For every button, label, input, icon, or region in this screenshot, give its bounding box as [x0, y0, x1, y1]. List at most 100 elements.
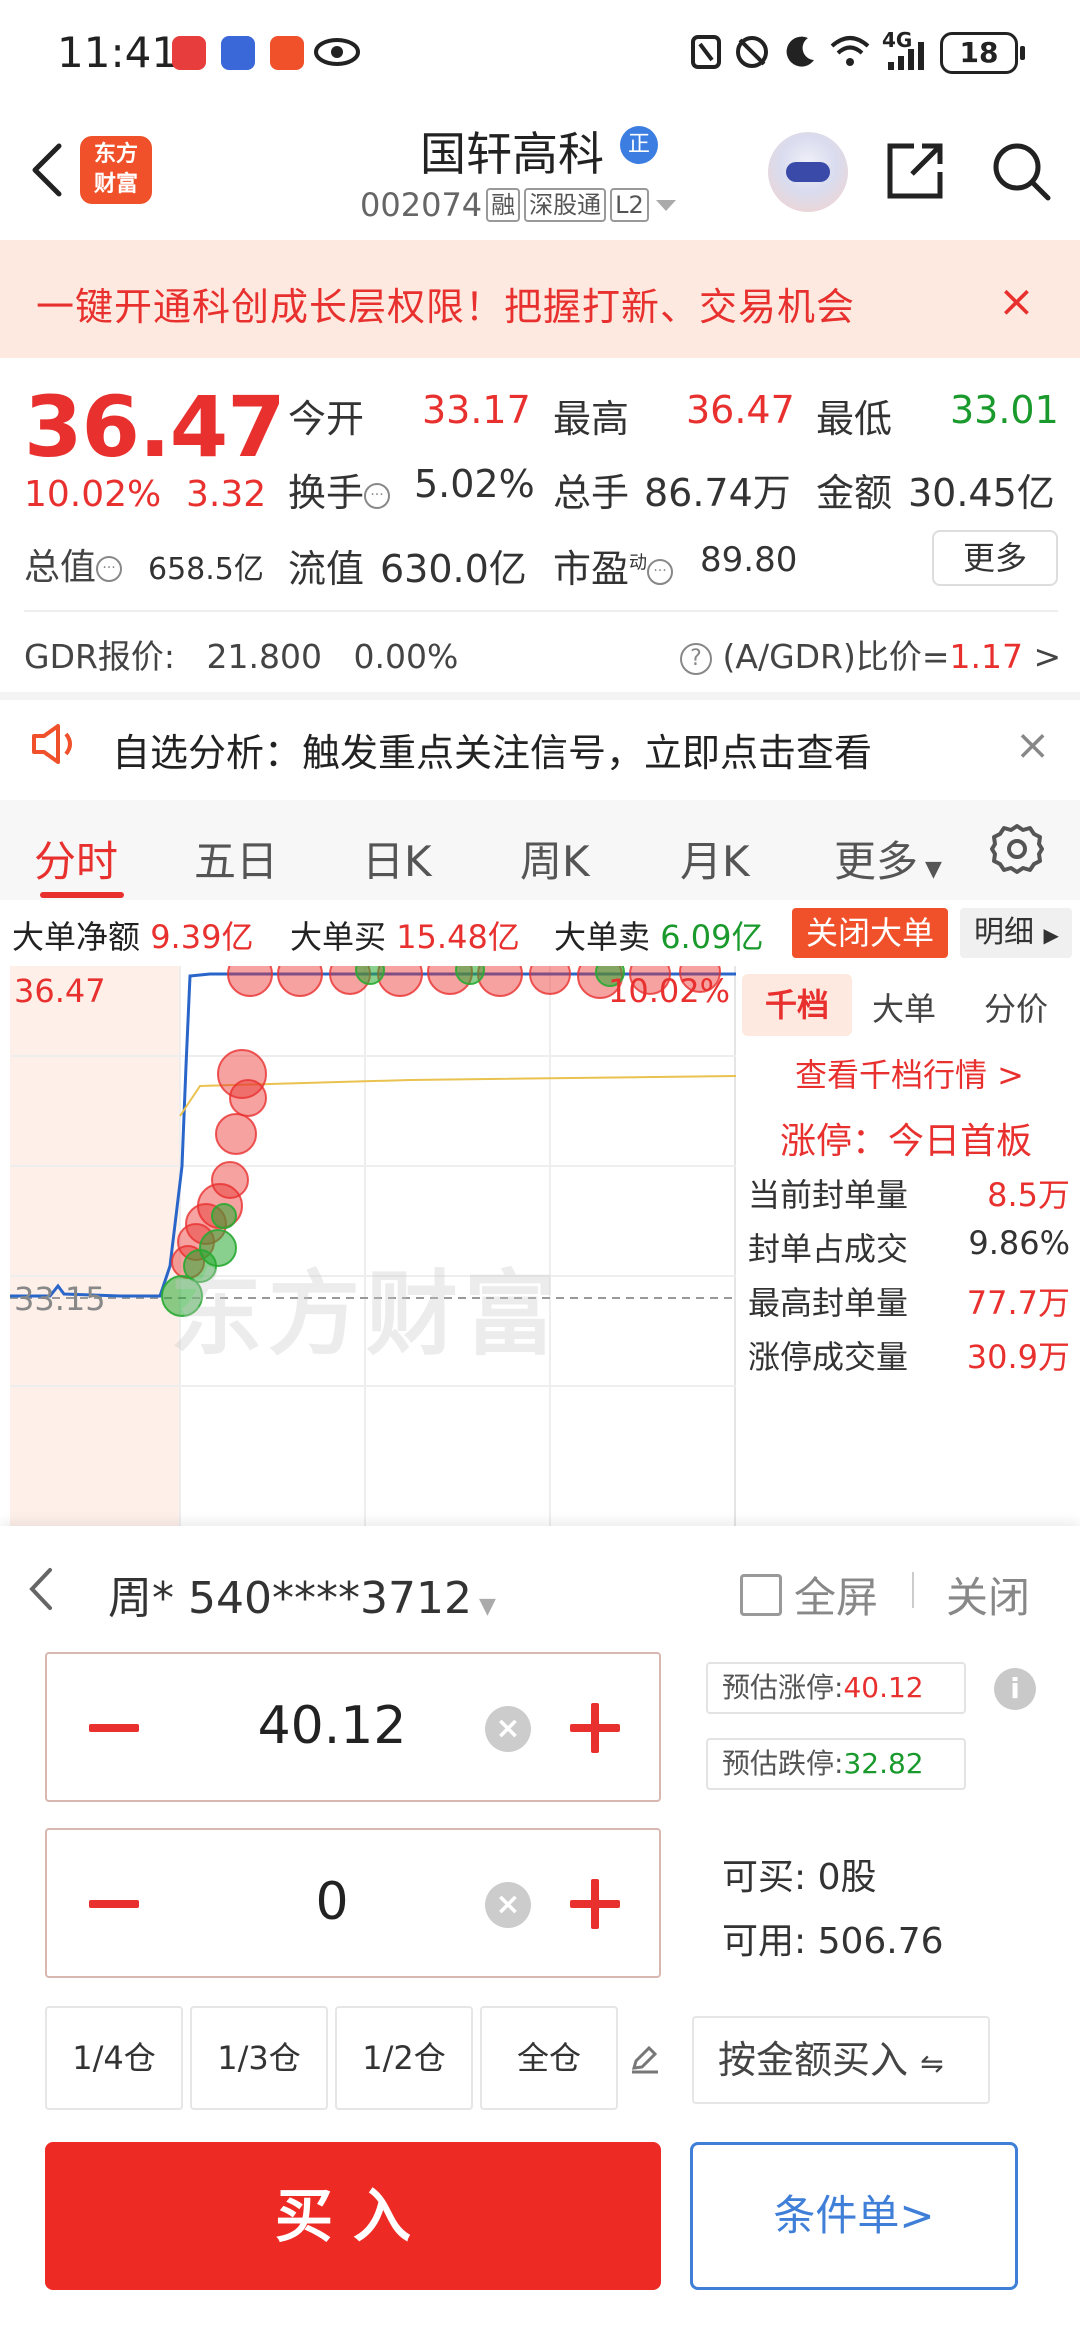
account-selector[interactable]: 周* 540****3712 ▼ — [108, 1562, 496, 1626]
mktcap-label[interactable]: 总值 ··· — [24, 538, 123, 590]
volume-value: 86.74万 — [644, 471, 791, 515]
info-dots-icon: ··· — [647, 558, 674, 585]
close-big-order-button[interactable]: 关闭大单 — [792, 908, 948, 958]
info-icon[interactable]: i — [994, 1668, 1036, 1710]
open-value: 33.17 — [422, 388, 531, 432]
quantity-value[interactable]: 0 — [187, 1872, 477, 1932]
conditional-order-button[interactable]: 条件单> — [690, 2142, 1018, 2290]
position-half-button[interactable]: 1/2仓 — [335, 2006, 473, 2110]
volume-label: 总手 — [553, 471, 630, 515]
chevron-left-icon[interactable] — [26, 1566, 56, 1612]
float-value: 630.0亿 — [380, 547, 527, 591]
stock-code: 002074 — [360, 186, 483, 224]
swap-icon: ⇋ — [920, 2047, 944, 2080]
moon-icon — [786, 36, 814, 67]
rp-row-value: 8.5万 — [987, 1176, 1070, 1214]
float-label: 流值 — [288, 547, 365, 591]
eye-icon — [314, 38, 360, 66]
increase-qty-button[interactable] — [591, 1879, 599, 1929]
low-value: 33.01 — [950, 388, 1059, 432]
rp-tab-big[interactable]: 大单 — [872, 984, 936, 1030]
more-quote-button[interactable]: 更多 — [932, 530, 1058, 586]
tag-level2: L2 — [610, 188, 649, 222]
mktcap-value: 658.5亿 — [148, 552, 264, 587]
tab-weekly-k[interactable]: 周K — [520, 828, 590, 889]
chart-base-price: 33.15 — [14, 1280, 106, 1318]
view-thousand-link[interactable]: 查看千档行情 > — [795, 1050, 1024, 1096]
info-dots-icon: ··· — [364, 482, 391, 509]
info-dots-icon: ··· — [96, 556, 123, 582]
big-order-buy: 大单买 15.48亿 — [290, 918, 520, 956]
detail-button[interactable]: 明细 ▶ — [960, 908, 1072, 958]
tag-margin: 融 — [486, 188, 521, 222]
rp-row-value: 9.86% — [968, 1224, 1070, 1262]
send-app-icon — [270, 36, 304, 70]
signal-alert-text[interactable]: 自选分析：触发重点关注信号，立即点击查看 — [112, 722, 872, 777]
change-amount: 3.32 — [186, 474, 267, 515]
clear-qty-icon[interactable]: × — [485, 1882, 531, 1928]
rp-tab-price[interactable]: 分价 — [984, 984, 1048, 1030]
promo-banner-text[interactable]: 一键开通科创成长层权限！把握打新、交易机会 — [36, 276, 855, 331]
stock-name[interactable]: 国轩高科 — [420, 118, 604, 184]
rp-row-label: 涨停成交量 — [748, 1338, 909, 1376]
wifi-icon — [830, 36, 870, 66]
available-funds: 可用: 506.76 — [722, 1921, 944, 1962]
clear-price-icon[interactable]: × — [485, 1706, 531, 1752]
high-value: 36.47 — [686, 388, 795, 432]
current-price: 36.47 — [24, 378, 286, 476]
rp-row-label: 最高封单量 — [748, 1284, 909, 1322]
fullscreen-button[interactable]: 全屏 — [740, 1564, 878, 1625]
turnover-value: 5.02% — [414, 462, 535, 506]
tab-more[interactable]: 更多 ▼ — [834, 828, 942, 889]
tab-five-day[interactable]: 五日 — [194, 828, 278, 889]
increase-price-button[interactable] — [591, 1703, 599, 1753]
tab-daily-k[interactable]: 日K — [362, 828, 432, 889]
share-icon[interactable] — [884, 140, 946, 202]
gdr-quote: GDR报价: 21.800 0.00% — [24, 637, 459, 676]
pe-type: 动 — [629, 552, 648, 574]
gear-icon[interactable] — [990, 822, 1044, 876]
turnover-label[interactable]: 换手 ··· — [288, 462, 391, 517]
back-icon[interactable] — [25, 140, 67, 200]
rp-tab-thousand[interactable]: 千档 — [742, 974, 852, 1036]
speaker-icon — [32, 724, 72, 764]
nfc-icon — [691, 35, 721, 69]
rp-row-value: 77.7万 — [966, 1284, 1070, 1322]
high-label: 最高 — [553, 397, 630, 441]
pe-value: 89.80 — [700, 540, 798, 580]
pe-label[interactable]: 市盈动 ··· — [553, 538, 674, 593]
buy-button[interactable]: 买入 — [45, 2142, 661, 2290]
low-label: 最低 — [816, 397, 893, 441]
rp-row-label: 当前封单量 — [748, 1176, 909, 1214]
tab-intraday[interactable]: 分时 — [34, 828, 118, 889]
price-value[interactable]: 40.12 — [187, 1696, 477, 1756]
edit-icon[interactable] — [630, 2044, 660, 2074]
watermark: 东方财富 — [170, 1261, 563, 1368]
signal-icon — [888, 42, 924, 70]
position-quarter-button[interactable]: 1/4仓 — [45, 2006, 183, 2110]
tag-connect: 深股通 — [524, 188, 607, 222]
position-third-button[interactable]: 1/3仓 — [190, 2006, 328, 2110]
quantity-input[interactable]: 0 × — [45, 1828, 661, 1978]
buy-by-amount-button[interactable]: 按金额买入 ⇋ — [692, 2016, 990, 2104]
price-input[interactable]: 40.12 × — [45, 1652, 661, 1802]
help-icon: ? — [680, 642, 712, 675]
active-tab-indicator — [40, 892, 124, 898]
decrease-price-button[interactable] — [89, 1724, 139, 1732]
close-trade-button[interactable]: 关闭 — [946, 1564, 1030, 1625]
decrease-qty-button[interactable] — [89, 1900, 139, 1908]
expand-icon — [740, 1573, 782, 1616]
stock-code-row[interactable]: 002074 融 深股通 L2 — [360, 186, 679, 224]
position-full-button[interactable]: 全仓 — [480, 2006, 618, 2110]
tab-monthly-k[interactable]: 月K — [680, 828, 750, 889]
rp-row-label: 封单占成交 — [748, 1230, 909, 1268]
gdr-ratio[interactable]: ? (A/GDR)比价=1.17 > — [680, 630, 1061, 678]
est-limit-up: 预估涨停:40.12 — [706, 1662, 966, 1714]
limit-up-status: 涨停：今日首板 — [780, 1121, 1033, 1162]
big-order-sell: 大单卖 6.09亿 — [554, 918, 764, 956]
assistant-robot-icon[interactable] — [768, 132, 848, 212]
alert-close-icon[interactable]: × — [1015, 720, 1050, 769]
search-icon[interactable] — [990, 140, 1052, 202]
banner-close-icon[interactable]: × — [998, 276, 1035, 327]
huawei-app-icon — [172, 36, 206, 70]
